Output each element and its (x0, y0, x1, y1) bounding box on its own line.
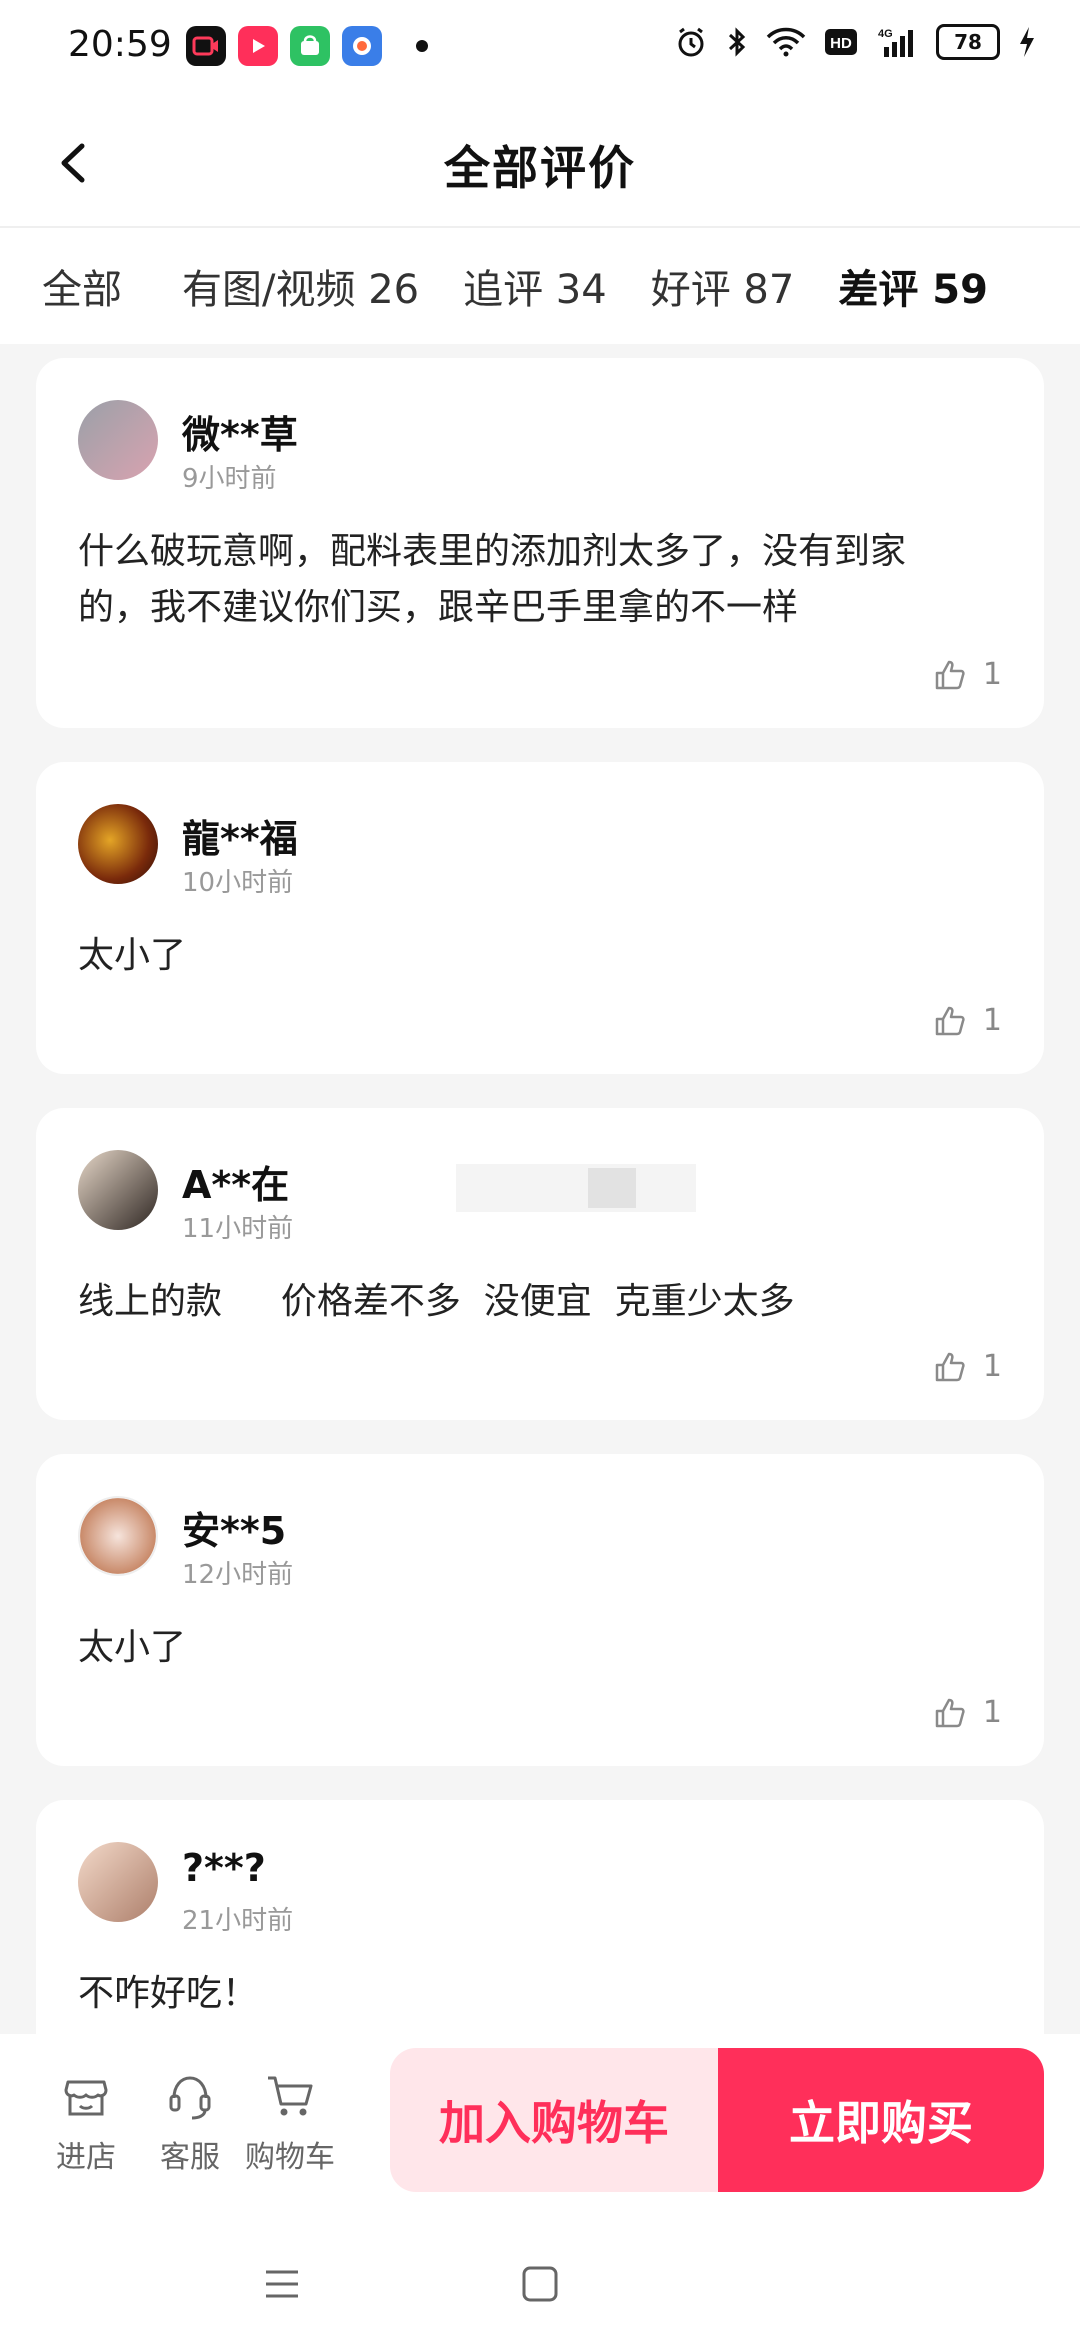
review-username: 微**草 (182, 413, 298, 457)
tab-positive[interactable]: 好评 87 (651, 257, 795, 315)
avatar[interactable] (78, 400, 158, 480)
review-card: 龍**福 10小时前 太小了 1 (36, 762, 1044, 1074)
review-time: 11小时前 (182, 1214, 294, 1244)
video-app-icon (238, 26, 278, 66)
menu-icon[interactable] (262, 2264, 302, 2304)
review-text: 不咋好吃！ (78, 1973, 259, 2014)
cart-button[interactable]: 购物车 (240, 2068, 340, 2176)
buy-now-button[interactable]: 立即购买 (718, 2048, 1044, 2192)
like-button[interactable]: 1 (933, 657, 1002, 692)
review-username: 安**5 (182, 1509, 287, 1553)
thumbs-up-icon (935, 1006, 965, 1035)
avatar[interactable] (78, 1496, 158, 1576)
app-store-icon (290, 26, 330, 66)
like-count: 1 (982, 1003, 1002, 1038)
notification-dot (416, 40, 428, 52)
page-title: 全部评价 (444, 141, 636, 195)
avatar[interactable] (78, 1842, 158, 1922)
signal-icon: 4G (878, 28, 913, 57)
avatar[interactable] (78, 1150, 158, 1230)
headset-icon (169, 2076, 211, 2120)
tab-all[interactable]: 全部 (42, 257, 122, 315)
store-icon (64, 2080, 108, 2116)
cart-icon (268, 2076, 313, 2116)
review-list: 微**草 9小时前 什么破玩意啊，配料表里的添加剂太多了，没有到家的，我不建议你… (36, 358, 1044, 2146)
status-time: 20:59 (68, 24, 172, 65)
thumbs-up-icon (935, 660, 965, 689)
browser-app-icon (342, 26, 382, 66)
page-header: 全部评价 (0, 96, 1080, 228)
system-navigation-bar (0, 2214, 1080, 2340)
store-label: 进店 (56, 2140, 116, 2175)
tab-negative[interactable]: 差评 59 (838, 257, 988, 315)
review-text: 太小了 (78, 935, 187, 976)
bottom-action-bar: 进店 客服 购物车 加入购物车 立即购买 (0, 2034, 1080, 2214)
battery-level: 78 (954, 30, 982, 54)
review-card: 安**5 12小时前 太小了 1 (36, 1454, 1044, 1766)
thumbs-up-icon (935, 1698, 965, 1727)
tab-follow-up[interactable]: 追评 34 (463, 257, 607, 315)
review-time: 21小时前 (182, 1906, 294, 1936)
customer-service-button[interactable]: 客服 (140, 2068, 240, 2176)
charging-icon (1020, 27, 1034, 57)
tab-with-media[interactable]: 有图/视频 26 (182, 257, 419, 315)
cart-label: 购物车 (245, 2140, 335, 2175)
review-card: 微**草 9小时前 什么破玩意啊，配料表里的添加剂太多了，没有到家的，我不建议你… (36, 358, 1044, 728)
system-icons: HD 4G 78 (674, 24, 1036, 60)
thumbs-up-icon (935, 1352, 965, 1381)
review-time: 9小时前 (182, 464, 277, 494)
review-filter-tabs: 全部 有图/视频 26 追评 34 好评 87 差评 59 (0, 228, 1080, 344)
review-time: 10小时前 (182, 868, 294, 898)
blurred-region (456, 1164, 696, 1212)
screen-recorder-icon (186, 26, 226, 66)
bluetooth-icon (728, 27, 746, 57)
review-time: 12小时前 (182, 1560, 294, 1590)
review-username: ?**? (182, 1846, 266, 1890)
home-icon[interactable] (520, 2264, 560, 2304)
customer-service-label: 客服 (160, 2140, 220, 2175)
review-text: 太小了 (78, 1627, 187, 1668)
status-bar: 20:59 HD 4G 78 (0, 0, 1080, 96)
svg-text:HD: HD (830, 35, 852, 52)
add-to-cart-button[interactable]: 加入购物车 (390, 2048, 718, 2192)
like-count: 1 (982, 1349, 1002, 1384)
store-button[interactable]: 进店 (36, 2068, 136, 2176)
like-button[interactable]: 1 (933, 1003, 1002, 1038)
like-count: 1 (982, 1695, 1002, 1730)
blurred-region (588, 1168, 636, 1208)
review-username: 龍**福 (182, 817, 298, 861)
svg-text:4G: 4G (878, 28, 893, 40)
wifi-icon (766, 27, 806, 57)
review-text: 线上的款 价格差不多 没便宜 克重少太多 (78, 1281, 795, 1322)
review-text: 什么破玩意啊，配料表里的添加剂太多了，没有到家的，我不建议你们买，跟辛巴手里拿的… (78, 531, 907, 628)
like-count: 1 (982, 657, 1002, 692)
status-app-icons (186, 26, 382, 66)
like-button[interactable]: 1 (933, 1695, 1002, 1730)
review-username: A**在 (182, 1163, 290, 1207)
alarm-icon (678, 27, 704, 57)
purchase-buttons: 加入购物车 立即购买 (390, 2048, 1044, 2192)
hd-icon: HD (825, 29, 857, 55)
review-card: A**在 11小时前 线上的款 价格差不多 没便宜 克重少太多 1 (36, 1108, 1044, 1420)
like-button[interactable]: 1 (933, 1349, 1002, 1384)
battery-icon: 78 (936, 24, 1000, 60)
avatar[interactable] (78, 804, 158, 884)
